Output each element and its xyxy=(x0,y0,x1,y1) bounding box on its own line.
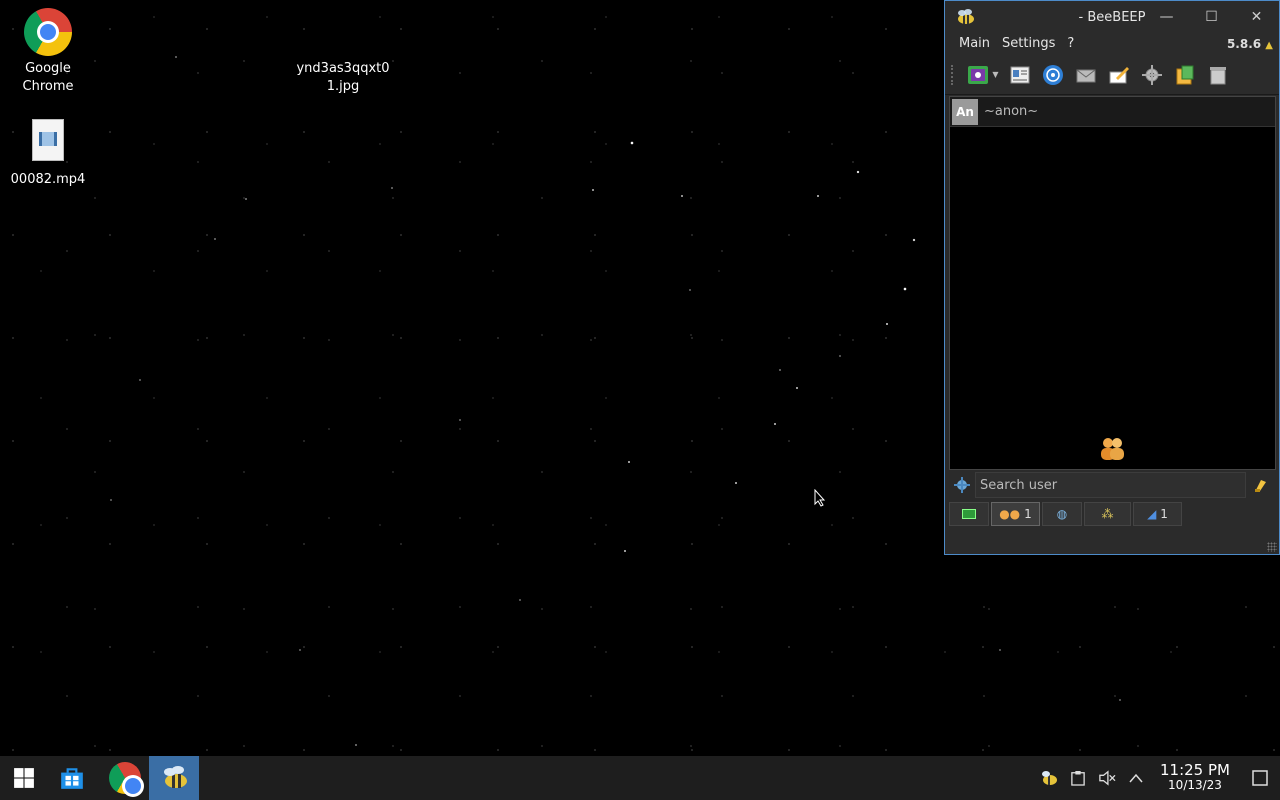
warning-icon: ▲ xyxy=(1265,40,1273,51)
write-button[interactable] xyxy=(1102,59,1135,91)
trash-icon xyxy=(1209,66,1226,84)
toolbar: ▼ xyxy=(945,55,1279,95)
tab-count: 1 xyxy=(1160,507,1168,521)
chats-icon: ◍ xyxy=(1056,507,1068,521)
user-list: An ~anon~ xyxy=(949,96,1276,470)
network-icon xyxy=(1042,64,1063,85)
chrome-icon xyxy=(24,8,72,56)
users-icon: ●● xyxy=(999,507,1021,521)
status-icon xyxy=(968,65,989,84)
taskbar-chrome-button[interactable] xyxy=(101,756,149,800)
desktop-icon-google-chrome[interactable]: Google Chrome xyxy=(0,8,96,96)
show-hidden-icons-chevron-up-icon[interactable] xyxy=(1121,756,1150,800)
plugins-icon xyxy=(1141,64,1162,85)
tab-chats[interactable]: ◍ xyxy=(1042,502,1082,526)
groups-icon: ⁂ xyxy=(1101,507,1114,521)
desktop-icon-label: Chrome xyxy=(22,79,74,94)
clipboard-icon[interactable] xyxy=(1063,756,1092,800)
minimize-button[interactable]: — xyxy=(1144,1,1189,33)
user-list-item[interactable]: An ~anon~ xyxy=(950,97,1275,127)
desktop-icon-image-file[interactable]: ynd3as3qqxt0 1.jpg xyxy=(295,60,391,96)
desktop-icon-label: 00082.mp4 xyxy=(10,172,86,187)
windows-icon xyxy=(14,768,34,788)
menu-help[interactable]: ? xyxy=(1061,33,1080,55)
panel-tabs: ●● 1 ◍ ⁂ ◢ 1 xyxy=(949,502,1182,526)
close-button[interactable]: ✕ xyxy=(1234,1,1279,33)
file-sharing-button[interactable] xyxy=(1168,59,1201,91)
tray-beebeep-icon[interactable] xyxy=(1034,756,1063,800)
menu-bar: Main Settings ? 5.8.6 ▲ xyxy=(945,33,1279,55)
write-icon xyxy=(1109,66,1129,83)
bee-icon xyxy=(958,9,974,24)
resize-grip[interactable] xyxy=(1267,542,1277,552)
desktop-icon-label: ynd3as3qqxt0 xyxy=(296,61,390,76)
taskbar-beebeep-button[interactable] xyxy=(149,756,199,800)
search-row xyxy=(949,471,1276,499)
home-icon xyxy=(962,509,976,519)
clock-date: 10/13/23 xyxy=(1168,778,1222,792)
desktop-icon-label: 1.jpg xyxy=(326,79,360,94)
notifications-icon[interactable] xyxy=(1240,756,1280,800)
tab-groups[interactable]: ⁂ xyxy=(1084,502,1131,526)
taskbar-store-button[interactable] xyxy=(48,756,96,800)
version-text: 5.8.6 xyxy=(1226,37,1262,51)
chrome-icon xyxy=(109,762,144,797)
files-icon: ◢ xyxy=(1147,507,1157,521)
volume-muted-icon[interactable] xyxy=(1092,756,1121,800)
system-tray: 11:25 PM 10/13/23 xyxy=(1034,756,1280,800)
trash-button[interactable] xyxy=(1201,59,1234,91)
maximize-button[interactable]: ☐ xyxy=(1189,1,1234,33)
file-sharing-icon xyxy=(1176,65,1193,84)
network-button[interactable] xyxy=(1036,59,1069,91)
tab-count: 1 xyxy=(1024,507,1032,521)
tab-home[interactable] xyxy=(949,502,989,526)
chevron-down-icon: ▼ xyxy=(992,70,999,79)
tab-users[interactable]: ●● 1 xyxy=(991,502,1040,526)
clear-search-icon[interactable] xyxy=(1252,476,1270,494)
filter-icon[interactable] xyxy=(953,476,971,494)
user-name: ~anon~ xyxy=(984,104,1039,119)
plugins-button[interactable] xyxy=(1135,59,1168,91)
avatar: An xyxy=(952,98,978,125)
menu-main[interactable]: Main xyxy=(953,33,996,55)
version-label: 5.8.6 ▲ xyxy=(1227,37,1273,51)
taskbar-clock[interactable]: 11:25 PM 10/13/23 xyxy=(1150,763,1240,793)
users-icon xyxy=(1101,438,1124,460)
clock-time: 11:25 PM xyxy=(1160,761,1230,779)
toolbar-grip[interactable] xyxy=(951,64,957,85)
window-titlebar[interactable]: - BeeBEEP — ☐ ✕ xyxy=(945,1,1279,33)
beebeep-window: - BeeBEEP — ☐ ✕ Main Settings ? 5.8.6 ▲ … xyxy=(944,0,1280,555)
message-button[interactable] xyxy=(1069,59,1102,91)
status-button[interactable]: ▼ xyxy=(963,59,1003,91)
desktop-icon-video-file[interactable]: 00082.mp4 xyxy=(0,117,96,189)
mouse-cursor-icon xyxy=(814,489,826,507)
desktop-icon-label: Google xyxy=(25,61,71,76)
profile-icon xyxy=(1010,66,1029,83)
message-icon xyxy=(1076,69,1095,82)
profile-button[interactable] xyxy=(1003,59,1036,91)
taskbar: 11:25 PM 10/13/23 xyxy=(0,756,1280,800)
search-user-input[interactable] xyxy=(975,472,1246,498)
tab-files[interactable]: ◢ 1 xyxy=(1133,502,1182,526)
video-file-icon xyxy=(24,119,72,167)
bee-icon xyxy=(164,766,187,788)
start-button[interactable] xyxy=(0,756,48,800)
menu-settings[interactable]: Settings xyxy=(996,33,1061,55)
store-icon xyxy=(61,768,83,789)
